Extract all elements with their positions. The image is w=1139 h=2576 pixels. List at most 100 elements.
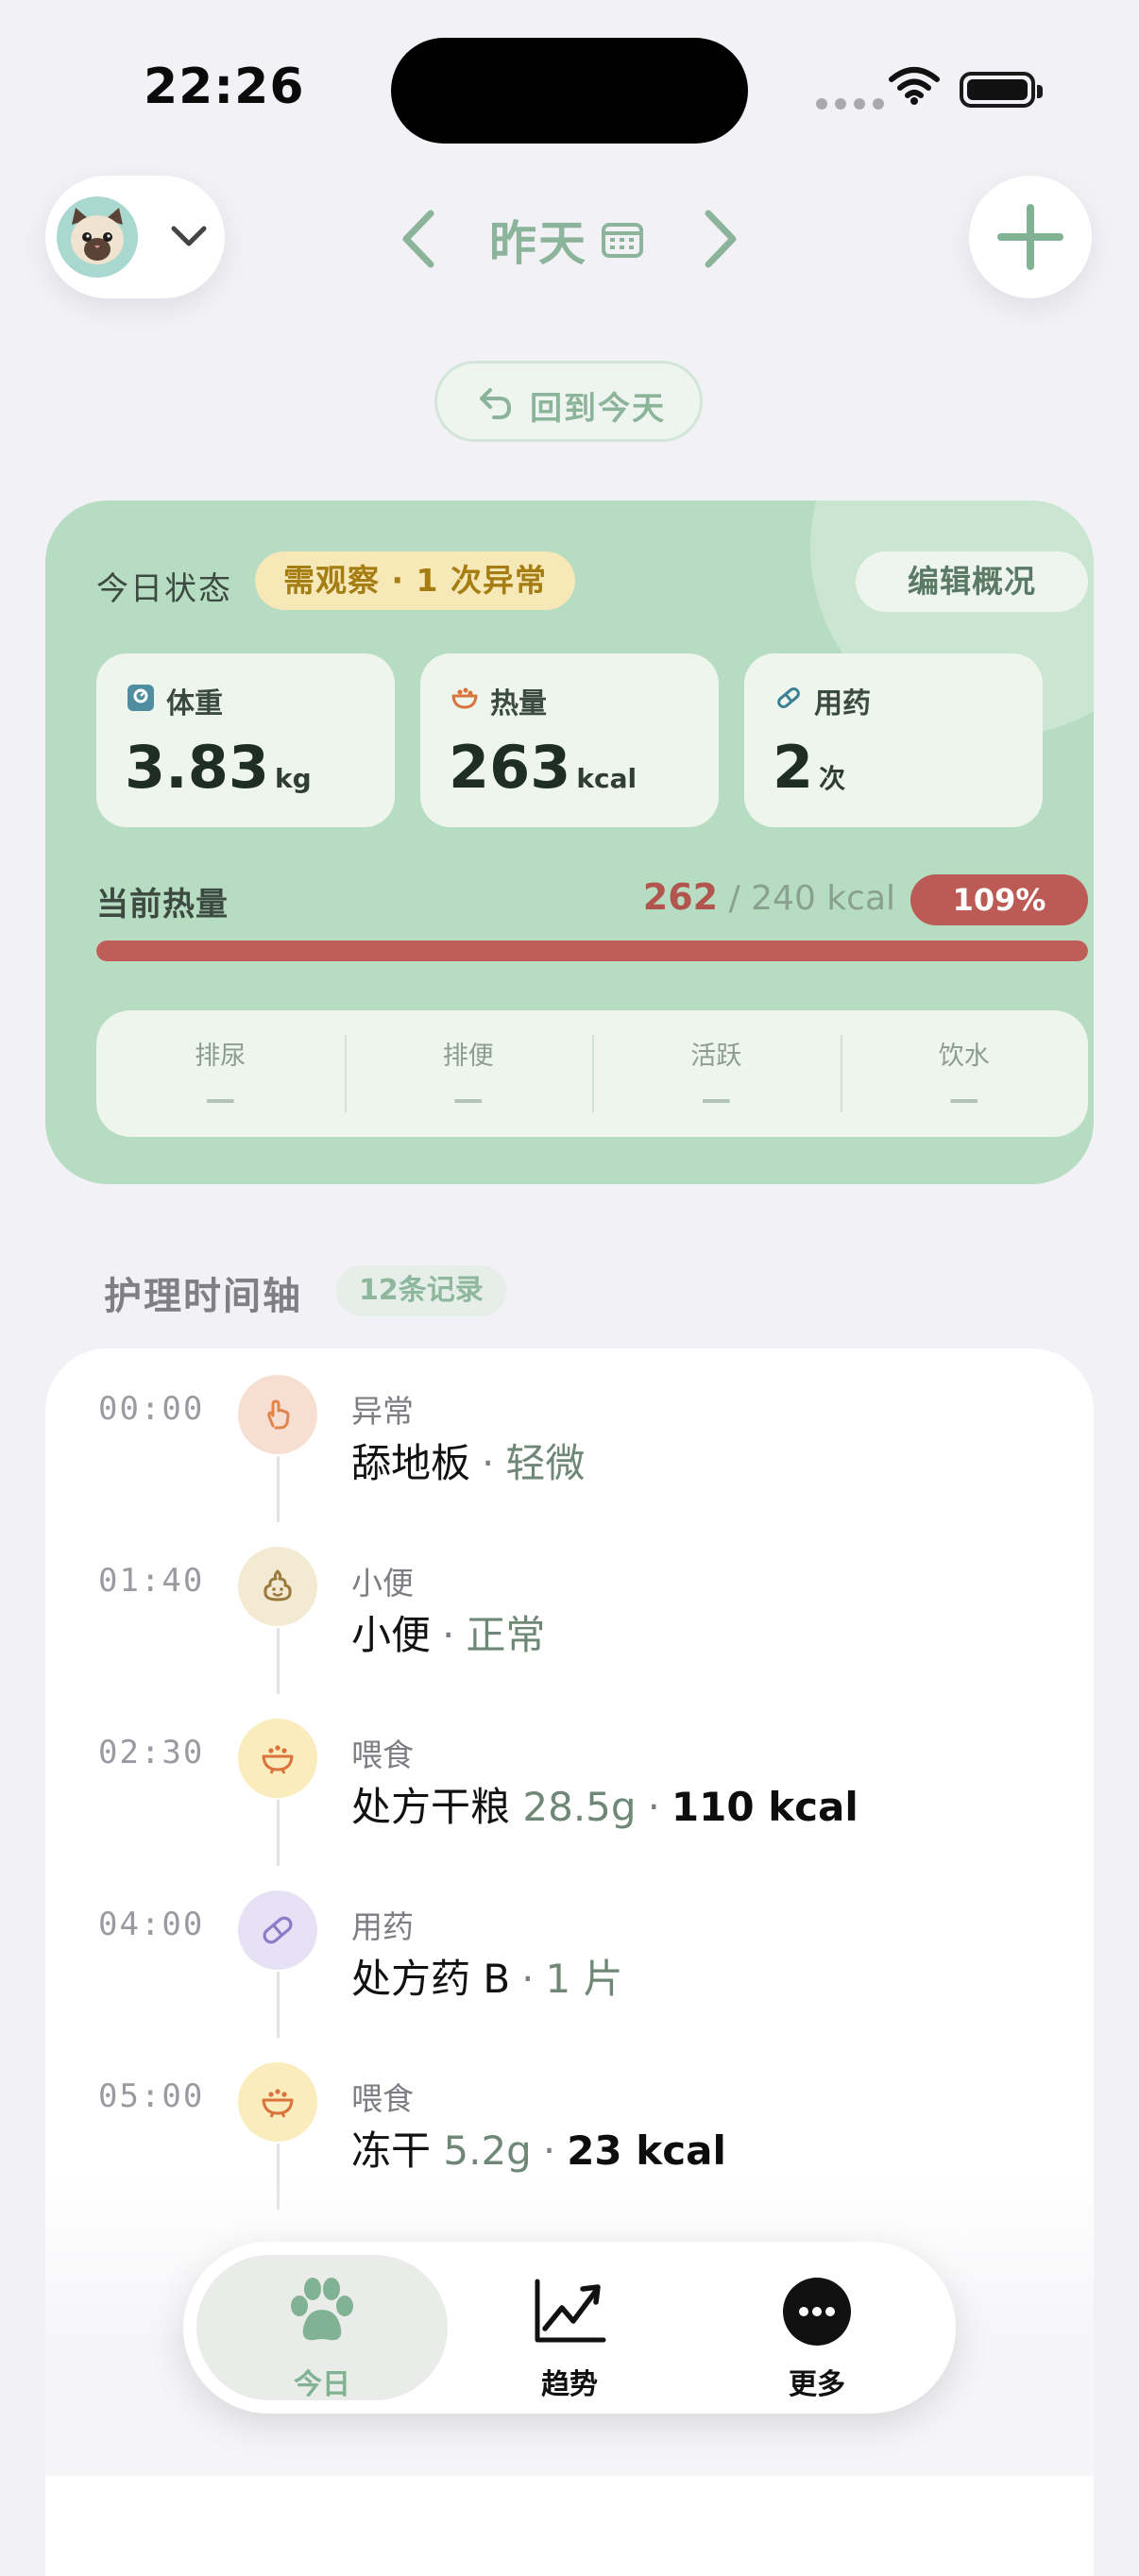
back-to-today-button[interactable]: 回到今天 xyxy=(434,361,703,442)
more-icon xyxy=(783,2278,851,2346)
mini-stat-defecation[interactable]: 排便 — xyxy=(344,1010,593,1137)
mini-stat-value: — xyxy=(948,1081,979,1117)
entry-separator: · xyxy=(647,1784,660,1830)
battery-icon xyxy=(960,72,1043,108)
entry-category: 小便 xyxy=(351,1565,414,1602)
pet-switcher-button[interactable] xyxy=(45,176,225,298)
timeline-connector xyxy=(277,1972,280,2038)
mini-stat-label: 饮水 xyxy=(938,1042,990,1071)
entry-time: 04:00 xyxy=(98,1906,205,1943)
entry-category: 异常 xyxy=(351,1393,414,1430)
weight-value: 3.83 xyxy=(125,733,269,802)
calorie-unit: kcal xyxy=(576,763,638,794)
metric-value: 263 kcal xyxy=(449,733,637,802)
tab-today[interactable]: 今日 xyxy=(196,2255,448,2401)
mini-stat-label: 排尿 xyxy=(195,1042,246,1071)
pill-icon xyxy=(777,687,800,708)
metric-label: 用药 xyxy=(814,687,871,720)
food-bowl-icon xyxy=(238,1719,317,1798)
date-title[interactable]: 昨天 xyxy=(489,206,587,274)
medication-value: 2 xyxy=(773,733,814,802)
edit-overview-button[interactable]: 编辑概况 xyxy=(856,551,1088,612)
tab-label: 趋势 xyxy=(541,2368,598,2401)
mini-stat-label: 排便 xyxy=(442,1042,494,1071)
mini-stat-activity[interactable]: 活跃 — xyxy=(592,1010,841,1137)
mini-stats: 排尿 — 排便 — 活跃 — 饮水 — xyxy=(96,1010,1088,1137)
current-calorie-label: 当前热量 xyxy=(96,886,229,924)
paw-touch-icon xyxy=(238,1375,317,1454)
entry-quantity: 28.5g xyxy=(522,1784,637,1830)
entry-time: 00:00 xyxy=(98,1390,205,1428)
timeline-entry[interactable]: 02:30 喂食 处方干粮 28.5g · 110 kcal xyxy=(45,1692,1094,1866)
mini-stat-water[interactable]: 饮水 — xyxy=(840,1010,1089,1137)
entry-category: 用药 xyxy=(351,1908,414,1945)
chevron-down-icon xyxy=(171,226,207,246)
metric-value: 2次 xyxy=(773,733,845,802)
entry-separator: · xyxy=(442,1612,455,1658)
calendar-icon[interactable] xyxy=(601,219,644,259)
calorie-percent-badge: 109% xyxy=(910,874,1088,925)
tab-label: 今日 xyxy=(294,2368,350,2401)
entry-sub: 轻微 xyxy=(505,1440,586,1486)
timeline-entry[interactable]: 01:40 小便 小便 · 正常 xyxy=(45,1520,1094,1694)
paw-icon xyxy=(291,2278,353,2341)
mini-stat-urination[interactable]: 排尿 — xyxy=(96,1010,345,1137)
mini-stat-label: 活跃 xyxy=(690,1042,742,1071)
entry-kcal: 23 kcal xyxy=(567,2127,726,2174)
timeline-connector xyxy=(277,1800,280,1866)
medication-unit: 次 xyxy=(819,763,846,794)
poop-icon xyxy=(238,1547,317,1626)
record-count-badge: 12条记录 xyxy=(336,1265,506,1316)
calorie-target: 240 kcal xyxy=(751,879,895,918)
timeline-connector xyxy=(277,1628,280,1694)
add-record-button[interactable] xyxy=(969,176,1092,298)
metric-medication[interactable]: 用药 2次 xyxy=(744,653,1043,827)
metric-label: 热量 xyxy=(490,687,547,720)
pet-avatar xyxy=(57,196,138,278)
entry-detail: 小便 · 正常 xyxy=(351,1603,545,1661)
trend-chart-icon xyxy=(535,2279,606,2343)
tab-trends[interactable]: 趋势 xyxy=(444,2255,695,2401)
entry-category: 喂食 xyxy=(351,1737,414,1773)
previous-day-button[interactable] xyxy=(395,206,444,272)
dynamic-island xyxy=(391,38,748,144)
timeline-connector xyxy=(277,1456,280,1522)
calorie-value: 263 xyxy=(449,733,571,802)
entry-time: 01:40 xyxy=(98,1562,205,1600)
timeline-entry[interactable]: 00:00 异常 舔地板 · 轻微 xyxy=(45,1348,1094,1522)
metric-weight[interactable]: 体重 3.83 kg xyxy=(96,653,395,827)
calorie-progress-bar xyxy=(96,941,1088,961)
status-card-title: 今日状态 xyxy=(96,570,232,608)
mini-stat-value: — xyxy=(701,1081,732,1117)
entry-detail: 处方干粮 28.5g · 110 kcal xyxy=(351,1775,858,1833)
entry-detail: 冻干 5.2g · 23 kcal xyxy=(351,2119,726,2177)
metric-value: 3.83 kg xyxy=(125,733,312,802)
entry-detail: 舔地板 · 轻微 xyxy=(351,1432,585,1489)
signal-icon xyxy=(816,98,884,110)
cat-avatar-icon xyxy=(71,208,124,264)
food-bowl-icon xyxy=(238,2062,317,2142)
plus-icon xyxy=(997,204,1063,270)
entry-detail: 处方药 B · 1 片 xyxy=(351,1947,623,2005)
entry-separator: · xyxy=(521,1956,535,2002)
entry-quantity: 5.2g xyxy=(443,2127,532,2174)
metric-calories[interactable]: 热量 263 kcal xyxy=(420,653,719,827)
status-time: 22:26 xyxy=(144,59,305,115)
alert-badge[interactable]: 需观察 · 1 次异常 xyxy=(255,551,575,610)
tab-more[interactable]: 更多 xyxy=(691,2255,943,2401)
calorie-current: 262 xyxy=(642,876,719,918)
mini-stat-value: — xyxy=(452,1081,484,1117)
entry-name: 小便 xyxy=(351,1612,432,1658)
metric-label: 体重 xyxy=(166,687,223,720)
daily-status-card: 今日状态 需观察 · 1 次异常 编辑概况 体重 3.83 kg 热量 263 kc… xyxy=(45,500,1094,1184)
calorie-progress-fill xyxy=(96,941,1088,961)
next-day-button[interactable] xyxy=(695,206,744,272)
entry-name: 处方药 B xyxy=(351,1956,511,2002)
timeline-heading: 护理时间轴 xyxy=(104,1275,302,1318)
entry-name: 处方干粮 xyxy=(351,1784,511,1830)
calorie-separator: / xyxy=(718,879,752,918)
entry-time: 02:30 xyxy=(98,1734,205,1771)
entry-sub: 1 片 xyxy=(545,1956,623,2002)
entry-separator: · xyxy=(482,1440,495,1486)
timeline-entry[interactable]: 04:00 用药 处方药 B · 1 片 xyxy=(45,1864,1094,2038)
